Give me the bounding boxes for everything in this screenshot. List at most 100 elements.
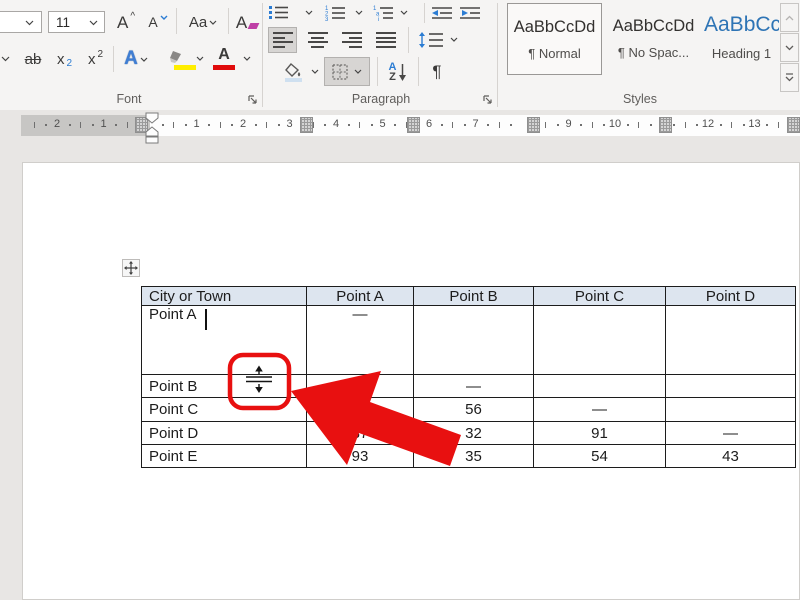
ruler-tick	[220, 122, 221, 128]
ruler-tick: 10	[609, 118, 621, 130]
align-right-button[interactable]	[337, 27, 366, 53]
table-value-cell[interactable]	[534, 306, 666, 375]
table-column-marker[interactable]	[300, 117, 313, 133]
increase-indent-button[interactable]	[458, 3, 482, 22]
table-value-cell[interactable]: 87	[307, 375, 414, 398]
align-left-icon	[273, 32, 293, 48]
font-group-label: Font	[0, 92, 258, 108]
clear-formatting-button[interactable]: A	[232, 9, 262, 35]
decrease-indent-button[interactable]	[430, 3, 454, 22]
style-card-normal[interactable]: AaBbCcDd ¶ Normal	[507, 3, 602, 75]
shading-button[interactable]	[280, 58, 308, 86]
table-row-label-cell[interactable]: Point B	[142, 375, 307, 398]
numbering-chevron-icon[interactable]	[355, 10, 363, 15]
table-value-cell[interactable]	[414, 306, 534, 375]
font-name-combobox[interactable]	[0, 11, 42, 33]
horizontal-ruler[interactable]: 2112345679101213	[0, 115, 800, 136]
font-color-chevron-icon[interactable]	[243, 56, 251, 61]
numbering-button[interactable]: 1 2 3	[322, 3, 348, 22]
show-hide-formatting-button[interactable]: ¶	[424, 58, 450, 86]
table-value-cell[interactable]	[666, 398, 796, 422]
line-spacing-chevron-icon[interactable]	[450, 37, 458, 42]
style-card-heading1[interactable]: AaBbCc Heading 1	[704, 3, 779, 75]
superscript-button[interactable]: x 2	[81, 46, 110, 72]
justify-button[interactable]	[371, 27, 400, 53]
table-header-cell[interactable]: Point C	[534, 287, 666, 306]
table-row-label-cell[interactable]: Point E	[142, 445, 307, 468]
ruler-tick: 2	[54, 118, 60, 130]
table-value-cell[interactable]: 35	[414, 445, 534, 468]
align-right-icon	[342, 32, 362, 48]
table-value-cell[interactable]: 32	[414, 422, 534, 445]
text-highlight-button[interactable]	[160, 44, 192, 72]
styles-more-button[interactable]	[780, 63, 799, 92]
change-case-button[interactable]: Aa	[181, 9, 225, 35]
table-row-label-cell[interactable]: Point D	[142, 422, 307, 445]
bullets-chevron-icon[interactable]	[305, 10, 313, 15]
table-row-label-cell[interactable]: Point C	[142, 398, 307, 422]
shrink-font-button[interactable]: A	[143, 9, 173, 35]
styles-scroll-down-button[interactable]	[780, 33, 799, 62]
table-value-cell[interactable]: —	[414, 375, 534, 398]
ruler-tick	[452, 122, 453, 128]
styles-scroll-up-button[interactable]	[780, 3, 799, 32]
font-dialog-launcher-icon[interactable]	[247, 94, 258, 105]
ruler-tick	[510, 124, 512, 126]
table-move-handle[interactable]	[122, 259, 140, 277]
align-left-button[interactable]	[268, 27, 297, 53]
paragraph-dialog-launcher-icon[interactable]	[482, 94, 493, 105]
underline-chevron-icon[interactable]	[1, 56, 10, 62]
table-value-cell[interactable]: —	[666, 422, 796, 445]
line-spacing-button[interactable]	[415, 27, 447, 53]
table-row: Point E93355443	[142, 445, 796, 468]
numbered-list-icon: 1 2 3	[325, 5, 345, 21]
ruler-tick	[348, 124, 350, 126]
multilevel-list-button[interactable]: 1 a i	[370, 3, 396, 22]
document-workspace: 2112345679101213 City or TownPoint APoin…	[0, 110, 800, 600]
change-case-label: Aa	[189, 14, 207, 31]
multilevel-chevron-icon[interactable]	[400, 10, 408, 15]
table-header-cell[interactable]: City or Town	[142, 287, 307, 306]
sort-button[interactable]: AZ	[383, 58, 413, 86]
table-value-cell[interactable]: 91	[534, 422, 666, 445]
table-value-cell[interactable]	[534, 375, 666, 398]
shading-chevron-icon[interactable]	[311, 69, 319, 74]
ruler-tick	[441, 124, 443, 126]
table-column-marker[interactable]	[659, 117, 672, 133]
style-name: Heading 1	[704, 46, 779, 61]
table-header-cell[interactable]: Point B	[414, 287, 534, 306]
table-value-cell[interactable]: 64	[307, 398, 414, 422]
strikethrough-button[interactable]: ab	[18, 46, 48, 72]
borders-button[interactable]	[324, 57, 370, 86]
table-value-cell[interactable]: 56	[414, 398, 534, 422]
ruler-tick: 3	[286, 118, 292, 130]
text-effects-button[interactable]: A	[117, 46, 155, 72]
table-column-marker[interactable]	[407, 117, 420, 133]
grow-font-button[interactable]: A^	[110, 9, 142, 35]
table-value-cell[interactable]: 93	[307, 445, 414, 468]
ruler-tick	[627, 124, 629, 126]
ruler-tick	[185, 124, 187, 126]
table-value-cell[interactable]	[666, 306, 796, 375]
font-size-combobox[interactable]: 11	[48, 11, 105, 33]
bullets-button[interactable]	[266, 3, 290, 22]
style-card-no-spacing[interactable]: AaBbCcDd ¶ No Spac...	[606, 3, 701, 75]
subscript-button[interactable]: x 2	[50, 46, 79, 72]
table-row-label-cell[interactable]: Point A	[142, 306, 307, 375]
ruler-tick	[743, 124, 745, 126]
table-value-cell[interactable]: —	[534, 398, 666, 422]
align-center-button[interactable]	[303, 27, 332, 53]
indent-markers[interactable]	[145, 112, 160, 145]
highlight-chevron-icon[interactable]	[196, 56, 204, 61]
font-color-button[interactable]: A	[209, 44, 239, 72]
table-column-marker[interactable]	[787, 117, 800, 133]
table-value-cell[interactable]: —	[307, 306, 414, 375]
table-value-cell[interactable]: 54	[534, 445, 666, 468]
table-value-cell[interactable]: 37	[307, 422, 414, 445]
table-header-cell[interactable]: Point D	[666, 287, 796, 306]
table-value-cell[interactable]: 43	[666, 445, 796, 468]
word-table[interactable]: City or TownPoint APoint BPoint CPoint D…	[141, 286, 796, 468]
table-value-cell[interactable]	[666, 375, 796, 398]
table-header-cell[interactable]: Point A	[307, 287, 414, 306]
table-column-marker[interactable]	[527, 117, 540, 133]
